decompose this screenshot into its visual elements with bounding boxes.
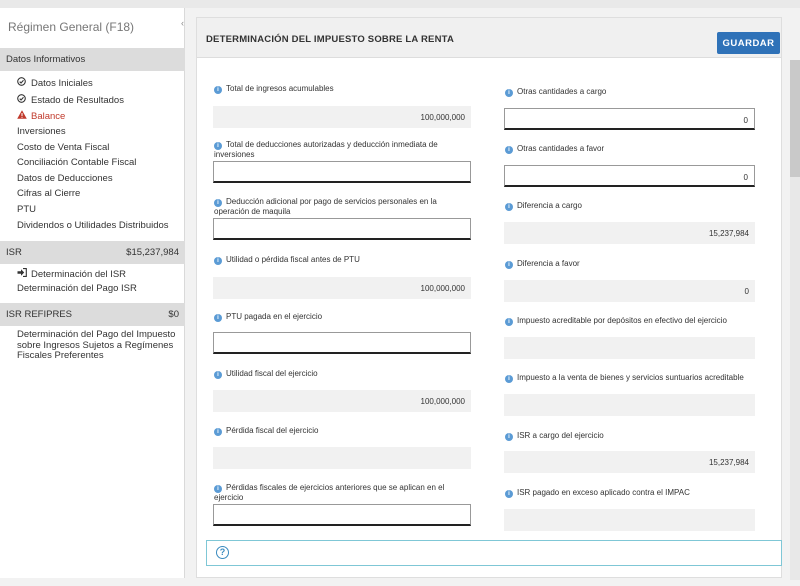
isr-cargo-field: 15,237,984 [504, 451, 755, 473]
sidebar-item-label: Determinación del ISR [31, 269, 127, 280]
diferencia-cargo-field: 15,237,984 [504, 222, 755, 244]
sidebar-item-deducciones[interactable]: Datos de Deducciones [17, 173, 113, 184]
sidebar-item-balance[interactable]: Balance [17, 110, 65, 122]
diferencia-favor-field: 0 [504, 280, 755, 302]
sidebar-item-costo-venta[interactable]: Costo de Venta Fiscal [17, 142, 109, 153]
info-icon[interactable]: i [505, 89, 513, 97]
section-isr[interactable]: ISR $15,237,984 [0, 241, 185, 264]
section-label: ISR REFIPRES [6, 309, 72, 320]
section-datos-informativos[interactable]: Datos Informativos [0, 48, 185, 71]
top-bar [0, 0, 800, 8]
field-label: i Deducción adicional por pago de servici… [214, 197, 437, 216]
sidebar-item-label: Balance [31, 111, 66, 122]
sidebar-item-conciliacion[interactable]: Conciliación Contable Fiscal [17, 157, 136, 168]
field-label: i ISR pagado en exceso aplicado contra el… [505, 488, 755, 498]
total-deducciones-input[interactable] [213, 161, 471, 183]
info-icon[interactable]: i [214, 199, 222, 207]
field-label: i ISR a cargo del ejercicio [505, 431, 755, 441]
ptu-pagada-input[interactable] [213, 332, 471, 354]
save-button[interactable]: GUARDAR [717, 32, 780, 54]
field-label: i Pérdida fiscal del ejercicio [214, 426, 464, 436]
main-panel: DETERMINACIÓN DEL IMPUESTO SOBRE LA RENT… [196, 17, 782, 578]
otras-cargo-input[interactable]: 0 [504, 108, 755, 130]
panel-header: DETERMINACIÓN DEL IMPUESTO SOBRE LA RENT… [197, 18, 781, 58]
help-bar[interactable]: ? [206, 540, 782, 566]
info-icon[interactable]: i [214, 371, 222, 379]
sidebar-item-estado-resultados[interactable]: Estado de Resultados [17, 94, 124, 106]
info-icon[interactable]: i [214, 485, 222, 493]
field-label: i Utilidad o pérdida fiscal antes de PTU [214, 255, 464, 265]
field-label: i Total de deducciones autorizadas y dedu… [214, 140, 438, 159]
section-label: Datos Informativos [6, 54, 86, 65]
sidebar-item-determinacion-isr[interactable]: Determinación del ISR [17, 268, 126, 280]
help-icon[interactable]: ? [216, 546, 229, 559]
sidebar-item-inversiones[interactable]: Inversiones [17, 126, 66, 137]
utilidad-fiscal-field: 100,000,000 [213, 390, 471, 412]
info-icon[interactable]: i [505, 146, 513, 154]
sign-in-icon [17, 268, 28, 279]
info-icon[interactable]: i [214, 142, 222, 150]
info-icon[interactable]: i [214, 86, 222, 94]
field-label: i Otras cantidades a cargo [505, 87, 755, 97]
info-icon[interactable]: i [505, 375, 513, 383]
utilidad-antes-ptu-field: 100,000,000 [213, 277, 471, 299]
field-label: i Diferencia a favor [505, 259, 755, 269]
perdida-fiscal-field [213, 447, 471, 469]
field-label: i PTU pagada en el ejercicio [214, 312, 464, 322]
info-icon[interactable]: i [214, 314, 222, 322]
total-ingresos-field: 100,000,000 [213, 106, 471, 128]
section-isr-refipres[interactable]: ISR REFIPRES $0 [0, 303, 185, 326]
deduccion-adicional-input[interactable] [213, 218, 471, 240]
sidebar-item-ptu[interactable]: PTU [17, 204, 36, 215]
field-label: i Total de ingresos acumulables [214, 84, 464, 94]
section-label: ISR [6, 247, 22, 258]
field-label: i Impuesto a la venta de bienes y servici… [505, 373, 767, 383]
field-label: i Diferencia a cargo [505, 201, 755, 211]
otras-favor-input[interactable]: 0 [504, 165, 755, 187]
isr-pagado-exceso-field [504, 509, 755, 531]
sidebar: Régimen General (F18) ‹ Datos Informativ… [0, 8, 185, 578]
info-icon[interactable]: i [505, 318, 513, 326]
sidebar-title: Régimen General (F18) [8, 20, 135, 34]
field-label: i Impuesto acreditable por depósitos en e… [505, 316, 760, 326]
info-icon[interactable]: i [505, 490, 513, 498]
field-label: i Utilidad fiscal del ejercicio [214, 369, 464, 379]
warning-icon [17, 110, 28, 121]
info-icon[interactable]: i [505, 261, 513, 269]
info-icon[interactable]: i [214, 428, 222, 436]
perdidas-anteriores-input[interactable] [213, 504, 471, 526]
isr-amount: $15,237,984 [126, 247, 179, 258]
impuesto-depositos-field [504, 337, 755, 359]
info-icon[interactable]: i [214, 257, 222, 265]
sidebar-item-dividendos[interactable]: Dividendos o Utilidades Distribuidos [17, 220, 169, 231]
info-icon[interactable]: i [505, 433, 513, 441]
sidebar-item-determinacion-pago-isr[interactable]: Determinación del Pago ISR [17, 283, 137, 294]
sidebar-item-label: Estado de Resultados [31, 95, 124, 106]
chevron-left-icon[interactable]: ‹ [181, 18, 184, 28]
page-title: DETERMINACIÓN DEL IMPUESTO SOBRE LA RENT… [206, 34, 455, 45]
field-label: i Pérdidas fiscales de ejercicios anterio… [214, 483, 445, 502]
scrollbar-thumb[interactable] [790, 60, 800, 177]
check-circle-icon [17, 77, 28, 88]
impuesto-suntuarios-field [504, 394, 755, 416]
field-label: i Otras cantidades a favor [505, 144, 755, 154]
isr-refipres-amount: $0 [168, 309, 179, 320]
sidebar-item-datos-iniciales[interactable]: Datos Iniciales [17, 77, 93, 89]
sidebar-item-label: Datos Iniciales [31, 78, 93, 89]
info-icon[interactable]: i [505, 203, 513, 211]
sidebar-item-cifras-cierre[interactable]: Cifras al Cierre [17, 188, 80, 199]
check-circle-icon [17, 94, 28, 105]
sidebar-item-determinacion-pago-impuesto[interactable]: Determinación del Pago del Impuesto sobr… [17, 329, 177, 362]
